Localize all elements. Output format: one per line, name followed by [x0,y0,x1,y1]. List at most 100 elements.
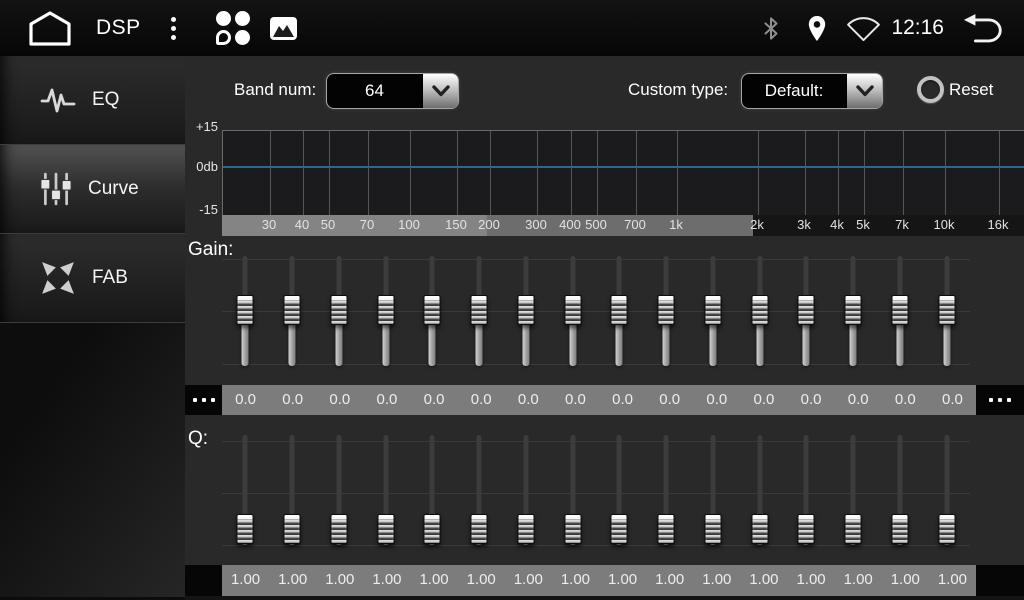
gain-slider-8[interactable] [560,250,586,385]
gain-slider-9[interactable] [606,250,632,385]
q-slider-13[interactable] [793,435,819,547]
slider-thumb[interactable] [377,295,394,325]
gain-scroll-left-button[interactable] [185,385,222,415]
gain-slider-16[interactable] [934,250,960,385]
slider-thumb[interactable] [424,295,441,325]
sidebar-filler [0,323,185,597]
q-value-row: 1.001.001.001.001.001.001.001.001.001.00… [185,565,1024,596]
slider-thumb[interactable] [891,514,908,544]
slider-thumb[interactable] [564,295,581,325]
slider-thumb[interactable] [471,514,488,544]
band-num-dropdown[interactable]: 64 [327,74,458,108]
slider-thumb[interactable] [751,514,768,544]
gain-slider-7[interactable] [513,250,539,385]
reset-radio[interactable] [917,76,944,103]
slider-thumb[interactable] [424,514,441,544]
gain-slider-13[interactable] [793,250,819,385]
q-value: 1.00 [458,565,505,596]
gain-slider-3[interactable] [326,250,352,385]
slider-thumb[interactable] [471,295,488,325]
q-slider-5[interactable] [419,435,445,547]
gain-slider-14[interactable] [840,250,866,385]
slider-track [943,320,950,366]
custom-type-value: Default: [742,74,846,108]
status-bar: DSP 12:16 [0,0,1024,56]
slider-thumb[interactable] [237,514,254,544]
q-slider-14[interactable] [840,435,866,547]
slider-track [664,435,669,518]
gain-slider-2[interactable] [279,250,305,385]
q-slider-12[interactable] [747,435,773,547]
slider-thumb[interactable] [658,295,675,325]
gain-slider-6[interactable] [466,250,492,385]
slider-thumb[interactable] [845,295,862,325]
chevron-down-icon[interactable] [846,74,882,108]
apps-clover-icon[interactable] [216,11,250,45]
q-slider-3[interactable] [326,435,352,547]
q-slider-4[interactable] [373,435,399,547]
q-slider-8[interactable] [560,435,586,547]
q-slider-6[interactable] [466,435,492,547]
q-slider-9[interactable] [606,435,632,547]
q-slider-1[interactable] [232,435,258,547]
slider-track [617,435,622,518]
q-slider-10[interactable] [653,435,679,547]
gain-slider-15[interactable] [887,250,913,385]
freq-tick-label: 16k [988,217,1009,232]
slider-thumb[interactable] [798,514,815,544]
slider-thumb[interactable] [517,295,534,325]
freq-tick-label: 3k [797,217,811,232]
slider-thumb[interactable] [611,295,628,325]
sidebar-item-fab[interactable]: FAB [0,234,185,323]
q-slider-11[interactable] [700,435,726,547]
gallery-icon[interactable] [270,17,297,40]
slider-thumb[interactable] [845,514,862,544]
slider-thumb[interactable] [284,295,301,325]
slider-thumb[interactable] [330,295,347,325]
home-icon[interactable] [26,10,74,46]
slider-track [430,435,435,518]
sidebar-item-curve[interactable]: Curve [0,145,185,234]
gridline [303,131,304,215]
gain-slider-4[interactable] [373,250,399,385]
slider-thumb[interactable] [891,295,908,325]
q-value: 1.00 [646,565,693,596]
gridline [270,131,271,215]
custom-type-dropdown[interactable]: Default: [742,74,882,108]
slider-thumb[interactable] [611,514,628,544]
slider-thumb[interactable] [938,514,955,544]
slider-thumb[interactable] [798,295,815,325]
q-value: 1.00 [835,565,882,596]
back-icon[interactable] [962,13,1006,44]
slider-thumb[interactable] [377,514,394,544]
gain-slider-10[interactable] [653,250,679,385]
gain-slider-1[interactable] [232,250,258,385]
slider-thumb[interactable] [751,295,768,325]
gain-scroll-right-button[interactable] [976,385,1024,415]
chevron-down-icon[interactable] [422,74,458,108]
gain-slider-12[interactable] [747,250,773,385]
slider-thumb[interactable] [284,514,301,544]
gain-slider-5[interactable] [419,250,445,385]
slider-thumb[interactable] [237,295,254,325]
slider-thumb[interactable] [517,514,534,544]
gain-value: 0.0 [505,385,552,415]
q-slider-7[interactable] [513,435,539,547]
q-slider-15[interactable] [887,435,913,547]
slider-thumb[interactable] [704,514,721,544]
slider-thumb[interactable] [938,295,955,325]
gain-slider-11[interactable] [700,250,726,385]
slider-track [522,320,529,366]
band-num-value: 64 [327,74,422,108]
slider-thumb[interactable] [704,295,721,325]
slider-thumb[interactable] [330,514,347,544]
clock: 12:16 [891,16,944,40]
slider-thumb[interactable] [564,514,581,544]
sidebar-item-eq[interactable]: EQ [0,56,185,145]
slider-track [290,435,295,518]
q-slider-16[interactable] [934,435,960,547]
overflow-menu-icon[interactable] [167,13,180,44]
slider-thumb[interactable] [658,514,675,544]
q-value: 1.00 [269,565,316,596]
q-slider-2[interactable] [279,435,305,547]
